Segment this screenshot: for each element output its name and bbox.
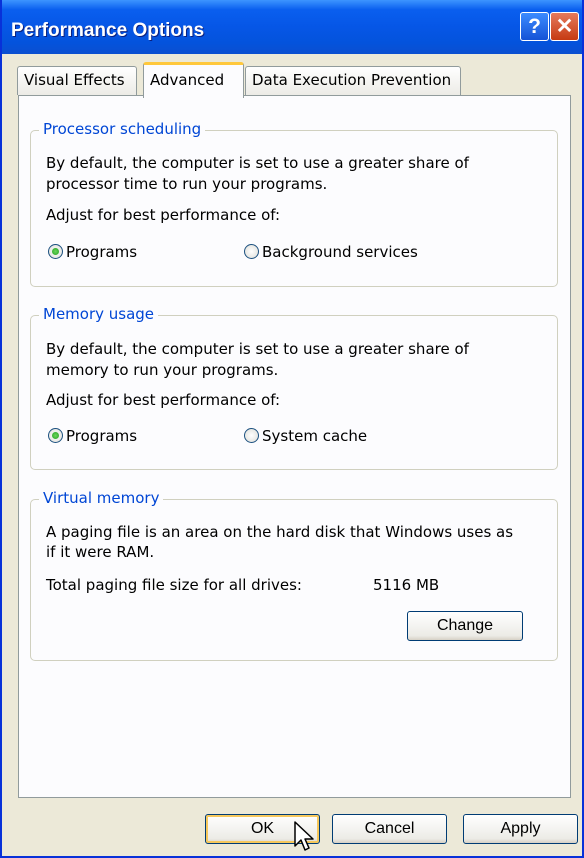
performance-options-dialog: Performance Options ? ✕ Visual Effects A… [0,0,584,858]
paging-file-total-value: 5116 MB [373,576,440,594]
memory-programs-radio[interactable]: Programs [48,427,137,445]
virtual-memory-group: Virtual memory A paging file is an area … [30,489,558,661]
processor-description-line2: processor time to run your programs. [46,175,328,193]
help-button[interactable]: ? [520,12,549,41]
memory-description-line1: By default, the computer is set to use a… [46,340,469,358]
virtual-description-line2: if it were RAM. [46,543,155,561]
title-bar[interactable]: Performance Options ? ✕ [2,0,582,54]
close-button[interactable]: ✕ [550,12,579,41]
processor-background-services-radio[interactable]: Background services [244,243,418,261]
tab-data-execution-prevention[interactable]: Data Execution Prevention [245,66,461,95]
radio-selected-icon [48,428,63,443]
tab-visual-effects[interactable]: Visual Effects [17,66,137,95]
processor-background-services-label: Background services [262,243,418,261]
memory-programs-label: Programs [66,427,138,445]
tab-advanced[interactable]: Advanced [143,62,244,98]
memory-adjust-label: Adjust for best performance of: [46,391,281,409]
processor-scheduling-legend: Processor scheduling [39,120,206,138]
memory-system-cache-radio[interactable]: System cache [244,427,367,445]
apply-button[interactable]: Apply [463,814,578,844]
processor-scheduling-group: Processor scheduling By default, the com… [30,120,558,287]
window-title: Performance Options [11,20,205,41]
radio-unselected-icon [244,428,259,443]
processor-adjust-label: Adjust for best performance of: [46,206,281,224]
virtual-description-line1: A paging file is an area on the hard dis… [46,523,514,541]
processor-programs-label: Programs [66,243,138,261]
paging-file-total-label: Total paging file size for all drives: [46,576,302,594]
radio-selected-icon [48,244,63,259]
memory-description-line2: memory to run your programs. [46,361,279,379]
processor-programs-radio[interactable]: Programs [48,243,137,261]
processor-description-line1: By default, the computer is set to use a… [46,154,469,172]
memory-system-cache-label: System cache [262,427,368,445]
memory-usage-group: Memory usage By default, the computer is… [30,305,558,470]
change-button[interactable]: Change [407,611,523,641]
memory-usage-legend: Memory usage [39,305,159,323]
radio-unselected-icon [244,244,259,259]
cancel-button[interactable]: Cancel [332,814,447,844]
virtual-memory-legend: Virtual memory [39,489,164,507]
mouse-pointer-icon [294,821,314,851]
